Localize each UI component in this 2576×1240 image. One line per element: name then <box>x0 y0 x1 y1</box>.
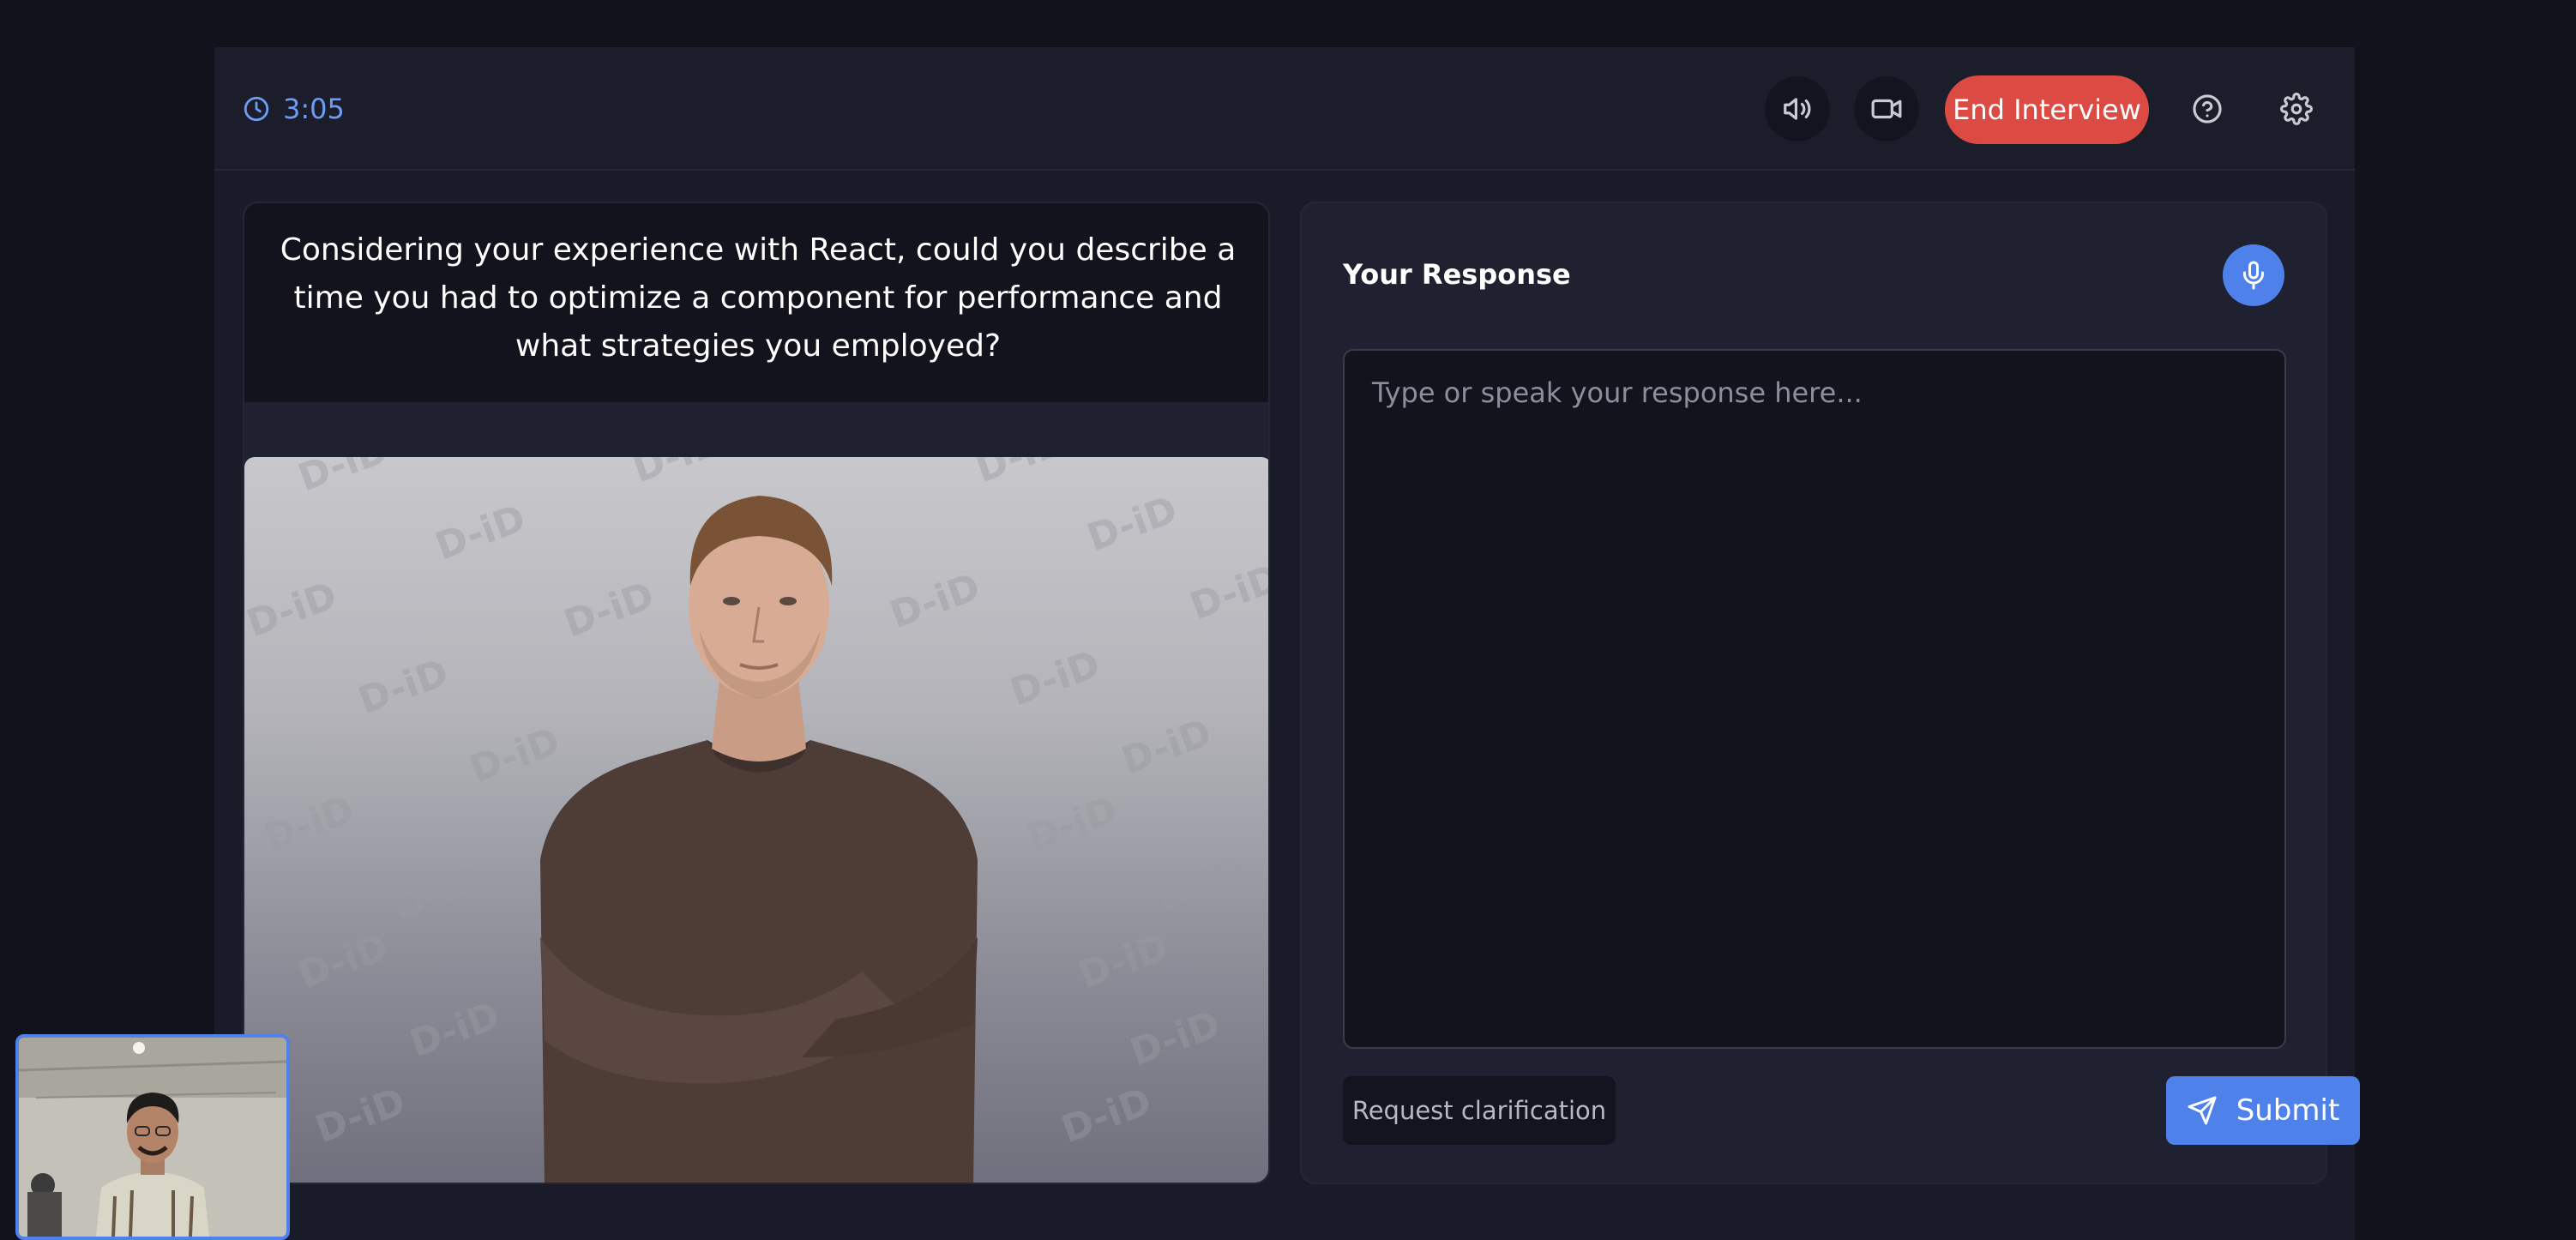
watermark-text: D-iD <box>1073 925 1174 998</box>
response-title: Your Response <box>1343 258 1571 291</box>
settings-button[interactable] <box>2264 76 2329 141</box>
watermark-text: D-iD <box>970 457 1071 491</box>
watermark-text: D-iD <box>1021 788 1122 861</box>
watermark-text: D-iD <box>1150 848 1251 921</box>
timer-value: 3:05 <box>283 93 345 125</box>
watermark-text: D-iD <box>352 651 454 724</box>
gear-icon <box>2280 93 2313 125</box>
submit-button[interactable]: Submit <box>2166 1076 2360 1145</box>
video-camera-icon <box>1871 99 1902 119</box>
end-interview-button[interactable]: End Interview <box>1945 75 2149 144</box>
watermark-text: D-iD <box>884 565 985 638</box>
watermark-text: D-iD <box>387 857 488 930</box>
watermark-text: D-iD <box>292 925 394 998</box>
watermark-text: D-iD <box>404 994 505 1067</box>
help-icon <box>2193 94 2222 123</box>
watermark-text: D-iD <box>1116 711 1217 784</box>
timer: 3:05 <box>242 90 345 128</box>
watermark-text: D-iD <box>430 497 531 569</box>
submit-label: Submit <box>2236 1093 2340 1128</box>
watermark-text: D-iD <box>1184 557 1270 629</box>
watermark-text: D-iD <box>292 457 394 500</box>
camera-button[interactable] <box>1854 76 1919 141</box>
help-button[interactable] <box>2175 76 2240 141</box>
watermark-text: D-iD <box>558 574 659 647</box>
clock-icon <box>244 96 269 122</box>
watermark-text: D-iD <box>1081 488 1183 561</box>
top-bar: 3:05 End Interview <box>214 47 2355 171</box>
watermark-text: D-iD <box>310 1080 411 1153</box>
watermark-text: D-iD <box>258 788 359 861</box>
watermark-text: D-iD <box>1004 642 1105 715</box>
microphone-button[interactable] <box>2223 244 2284 306</box>
volume-icon <box>1784 98 1811 120</box>
self-camera-image <box>19 1038 286 1237</box>
send-icon <box>2188 1096 2217 1125</box>
watermark-text: D-iD <box>1056 1080 1157 1153</box>
self-camera-preview[interactable] <box>15 1034 290 1240</box>
question-text: Considering your experience with React, … <box>280 232 1237 364</box>
microphone-icon <box>2243 261 2264 290</box>
response-panel: Your Response Request clarification Subm… <box>1300 202 2360 1184</box>
watermark-text: D-iD <box>244 574 343 647</box>
interviewer-avatar-image: D-iD D-iD D-iD D-iD D-iD D-iD D-iD D-iD … <box>244 457 1270 1183</box>
watermark-text: D-iD <box>1124 1002 1225 1075</box>
volume-button[interactable] <box>1765 76 1830 141</box>
request-clarification-button[interactable]: Request clarification <box>1343 1076 1616 1145</box>
watermark-text: D-iD <box>627 457 728 491</box>
watermark-text: D-iD <box>464 719 565 792</box>
response-textarea[interactable] <box>1343 349 2286 1049</box>
interview-app: 3:05 End Interview Considering your expe… <box>214 47 2360 1240</box>
question-card: Considering your experience with React, … <box>244 203 1268 402</box>
interviewer-panel: Considering your experience with React, … <box>243 202 1270 1184</box>
interviewer-avatar-video: D-iD D-iD D-iD D-iD D-iD D-iD D-iD D-iD … <box>244 457 1270 1183</box>
